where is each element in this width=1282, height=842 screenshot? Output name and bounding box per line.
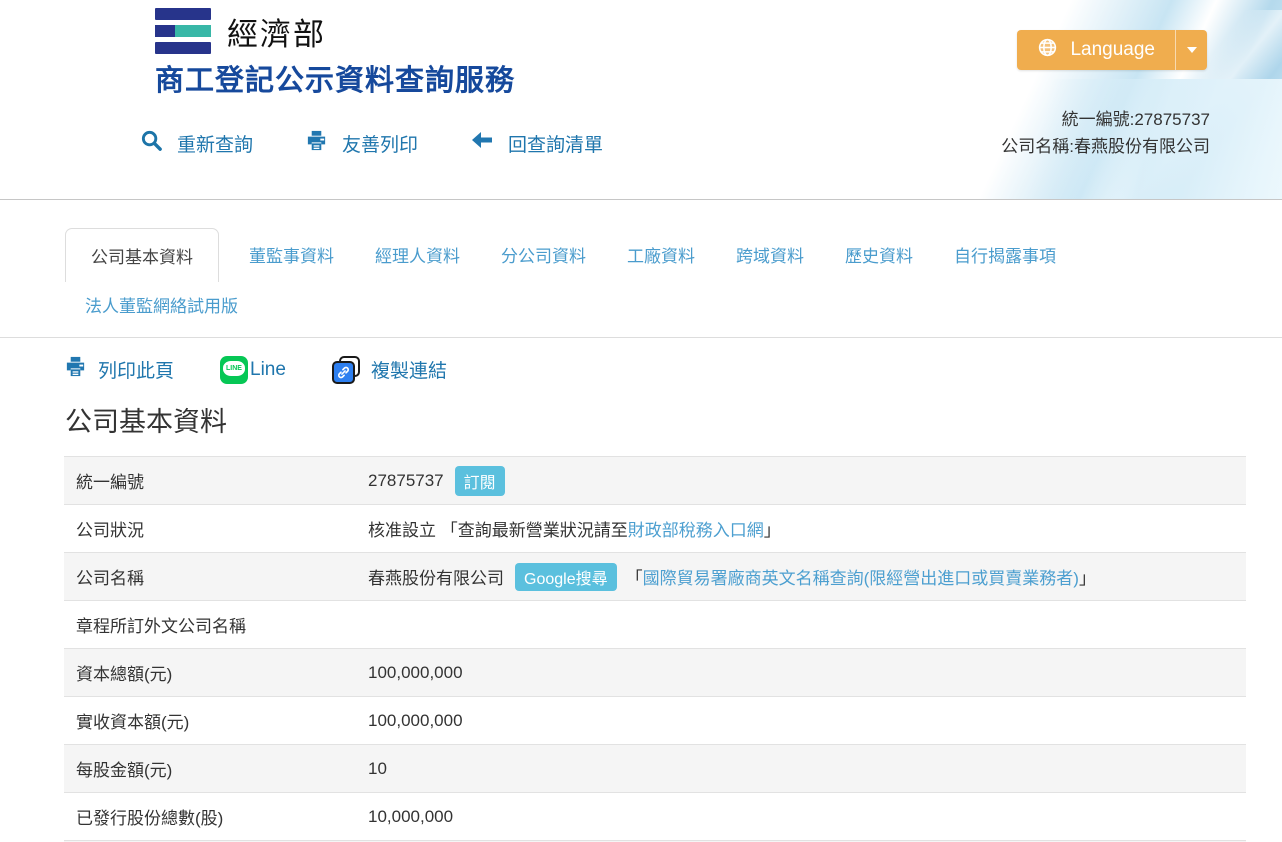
quote-close: 」	[1079, 564, 1096, 589]
tax-portal-link[interactable]: 財政部稅務入口網	[628, 516, 764, 541]
tab-corporate-director-network[interactable]: 法人董監網絡試用版	[85, 286, 1271, 323]
row-label: 公司名稱	[64, 564, 368, 589]
subscribe-badge[interactable]: 訂閱	[455, 466, 505, 496]
row-label: 資本總額(元)	[64, 660, 368, 685]
tab-bar: 公司基本資料 董監事資料 經理人資料 分公司資料 工廠資料 跨域資料 歷史資料 …	[0, 200, 1282, 337]
row-label: 公司狀況	[64, 516, 368, 541]
google-search-badge[interactable]: Google搜尋	[515, 563, 617, 591]
table-row-company-name: 公司名稱 春燕股份有限公司 Google搜尋 「 國際貿易署廠商英文名稱查詢(限…	[64, 553, 1246, 601]
back-to-list-button[interactable]: 回查詢清單	[470, 128, 603, 158]
back-arrow-icon	[470, 128, 494, 158]
site-title: 商工登記公示資料查詢服務	[155, 57, 515, 99]
company-basic-info-table: 統一編號 27875737 訂閱 公司狀況 核准設立 「查詢最新營業狀況請至 財…	[64, 456, 1246, 842]
tab-branches[interactable]: 分公司資料	[486, 228, 601, 281]
copy-link-icon	[332, 356, 360, 384]
tab-managers[interactable]: 經理人資料	[360, 228, 475, 281]
table-row-par-value: 每股金額(元) 10	[64, 745, 1246, 793]
row-label: 已發行股份總數(股)	[64, 804, 368, 829]
line-icon: LINE	[220, 356, 248, 384]
company-identity: 統一編號:27875737 公司名稱:春燕股份有限公司	[1001, 106, 1210, 160]
share-actions: 列印此頁 LINE Line 複製連結	[0, 338, 1282, 384]
trade-english-name-link[interactable]: 國際貿易署廠商英文名稱查詢(限經營出進口或買賣業務者)	[643, 564, 1079, 589]
table-row-capital: 資本總額(元) 100,000,000	[64, 649, 1246, 697]
toolbar: 重新查詢 友善列印 回查詢清單	[140, 128, 603, 158]
par-value: 10	[368, 759, 387, 779]
print-this-page-label: 列印此頁	[98, 356, 174, 383]
table-row-status: 公司狀況 核准設立 「查詢最新營業狀況請至 財政部稅務入口網 」	[64, 505, 1246, 553]
table-row-issued-shares: 已發行股份總數(股) 10,000,000	[64, 793, 1246, 841]
row-label: 章程所訂外文公司名稱	[64, 612, 368, 637]
search-icon	[140, 129, 163, 158]
globe-icon	[1037, 37, 1058, 64]
tab-factories[interactable]: 工廠資料	[612, 228, 710, 281]
moea-logo[interactable]: 經濟部	[155, 8, 326, 54]
table-row-foreign-name: 章程所訂外文公司名稱	[64, 601, 1246, 649]
agency-name: 經濟部	[227, 9, 326, 54]
tab-history[interactable]: 歷史資料	[830, 228, 928, 281]
print-this-page-button[interactable]: 列印此頁	[64, 355, 174, 384]
printer-icon	[64, 355, 87, 384]
company-uid-text: 統一編號:27875737	[1001, 106, 1210, 133]
row-label: 統一編號	[64, 468, 368, 493]
company-name-value: 春燕股份有限公司	[368, 564, 504, 589]
tab-company-basic[interactable]: 公司基本資料	[65, 228, 219, 282]
uid-value: 27875737	[368, 471, 444, 491]
requery-label: 重新查詢	[177, 130, 253, 157]
share-line-button[interactable]: LINE Line	[220, 356, 286, 384]
capital-value: 100,000,000	[368, 663, 463, 683]
page-header: 經濟部 商工登記公示資料查詢服務 重新查詢 友善列印 回查詢清單	[0, 0, 1282, 200]
friendly-print-button[interactable]: 友善列印	[305, 129, 418, 158]
table-row-uid: 統一編號 27875737 訂閱	[64, 457, 1246, 505]
status-suffix: 」	[764, 516, 781, 541]
language-button[interactable]: Language	[1017, 30, 1207, 70]
table-row-paid-in-capital: 實收資本額(元) 100,000,000	[64, 697, 1246, 745]
moea-logo-icon	[155, 8, 211, 54]
tab-cross-domain[interactable]: 跨域資料	[721, 228, 819, 281]
status-value: 核准設立 「查詢最新營業狀況請至	[368, 516, 628, 541]
quote-open: 「	[626, 564, 643, 589]
caret-down-icon	[1187, 47, 1197, 58]
row-label: 每股金額(元)	[64, 756, 368, 781]
copy-link-button[interactable]: 複製連結	[332, 356, 447, 384]
page-title: 公司基本資料	[65, 400, 1282, 439]
tab-self-disclosure[interactable]: 自行揭露事項	[939, 228, 1071, 281]
share-line-label: Line	[250, 359, 286, 381]
back-to-list-label: 回查詢清單	[508, 130, 603, 157]
requery-button[interactable]: 重新查詢	[140, 129, 253, 158]
copy-link-label: 複製連結	[371, 356, 447, 383]
company-name-text: 公司名稱:春燕股份有限公司	[1001, 133, 1210, 160]
tab-directors[interactable]: 董監事資料	[234, 228, 349, 281]
language-label: Language	[1070, 39, 1155, 61]
language-dropdown-toggle[interactable]	[1175, 30, 1207, 70]
friendly-print-label: 友善列印	[342, 130, 418, 157]
printer-icon	[305, 129, 328, 158]
issued-shares-value: 10,000,000	[368, 807, 453, 827]
paid-in-capital-value: 100,000,000	[368, 711, 463, 731]
row-label: 實收資本額(元)	[64, 708, 368, 733]
